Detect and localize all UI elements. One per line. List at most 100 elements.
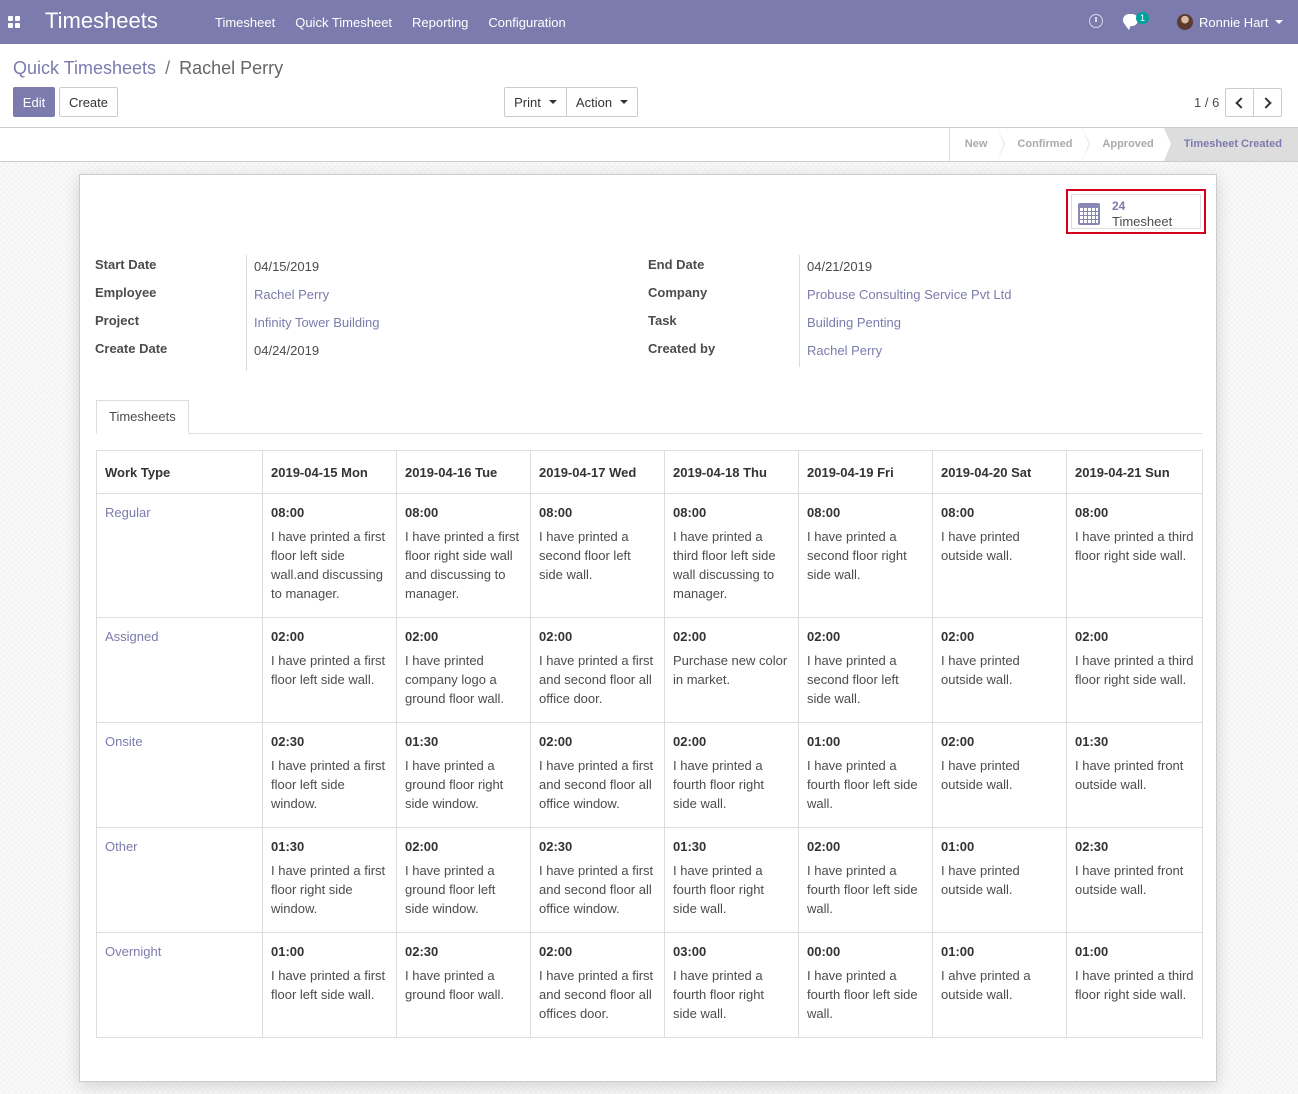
caret-down-icon xyxy=(620,100,629,104)
smart-button-count: 24 xyxy=(1112,199,1126,213)
timesheet-cell[interactable]: 01:30 I have printed front outside wall. xyxy=(1066,722,1203,828)
timesheet-cell[interactable]: 02:00 I have printed a first and second f… xyxy=(530,722,665,828)
cell-description: I have printed a first and second floor … xyxy=(539,758,654,811)
timesheet-smart-button[interactable]: 24 Timesheet xyxy=(1066,189,1206,234)
work-type-link[interactable]: Assigned xyxy=(96,617,263,723)
cell-description: I have printed a first floor left side w… xyxy=(271,758,386,811)
work-type-link[interactable]: Overnight xyxy=(96,932,263,1038)
timesheet-cell[interactable]: 01:30 I have printed a first floor right … xyxy=(262,827,397,933)
cell-hours: 01:00 xyxy=(271,944,305,959)
table-row: Assigned 02:00 I have printed a first floo… xyxy=(96,617,1203,723)
cell-hours: 02:00 xyxy=(405,839,439,854)
timesheet-cell[interactable]: 02:00 I have printed company logo a groun… xyxy=(396,617,531,723)
cell-hours: 02:00 xyxy=(807,839,841,854)
stage-new[interactable]: New xyxy=(950,128,1005,161)
timesheet-cell[interactable]: 02:30 I have printed a first floor left s… xyxy=(262,722,397,828)
timesheet-grid: Work Type 2019-04-15 Mon 2019-04-16 Tue … xyxy=(96,450,1203,1038)
cell-hours: 02:30 xyxy=(405,944,439,959)
user-menu[interactable]: Ronnie Hart xyxy=(1177,0,1298,44)
employee-link[interactable]: Rachel Perry xyxy=(254,287,329,302)
project-label: Project xyxy=(95,313,140,328)
cell-hours: 02:00 xyxy=(539,734,573,749)
timesheet-cell[interactable]: 08:00 I have printed a first floor left s… xyxy=(262,493,397,618)
timesheet-cell[interactable]: 08:00 I have printed a third floor right … xyxy=(1066,493,1203,618)
print-dropdown[interactable]: Print xyxy=(504,87,567,117)
timesheet-cell[interactable]: 02:00 I have printed a first floor left s… xyxy=(262,617,397,723)
smart-button-inner: 24 Timesheet xyxy=(1071,194,1201,229)
timesheet-cell[interactable]: 02:00 I have printed outside wall. xyxy=(932,617,1067,723)
timesheet-cell[interactable]: 02:00 I have printed a third floor right … xyxy=(1066,617,1203,723)
start-date-label: Start Date xyxy=(95,257,157,272)
timesheet-cell[interactable]: 08:00 I have printed a second floor left … xyxy=(530,493,665,618)
cell-description: I have printed front outside wall. xyxy=(1075,758,1184,792)
column-header: 2019-04-20 Sat xyxy=(932,450,1067,494)
cell-description: I have printed a third floor right side … xyxy=(1075,529,1194,563)
cell-description: I ahve printed a outside wall. xyxy=(941,968,1031,1002)
stage-approved[interactable]: Approved xyxy=(1082,128,1173,161)
timesheet-cell[interactable]: 02:00 I have printed a first and second f… xyxy=(530,932,665,1038)
timesheet-cell[interactable]: 02:30 I have printed a first and second f… xyxy=(530,827,665,933)
stage-confirmed[interactable]: Confirmed xyxy=(997,128,1091,161)
cell-hours: 01:30 xyxy=(405,734,439,749)
cell-hours: 08:00 xyxy=(271,505,305,520)
cell-description: I have printed a fourth floor right side… xyxy=(673,863,765,916)
menu-configuration[interactable]: Configuration xyxy=(488,15,565,30)
work-type-link[interactable]: Onsite xyxy=(96,722,263,828)
timesheet-cell[interactable]: 03:00 I have printed a fourth floor right… xyxy=(664,932,799,1038)
timesheet-cell[interactable]: 02:30 I have printed front outside wall. xyxy=(1066,827,1203,933)
cell-hours: 02:00 xyxy=(1075,629,1109,644)
work-type-link[interactable]: Regular xyxy=(96,493,263,618)
create-button[interactable]: Create xyxy=(59,87,118,117)
timesheet-cell[interactable]: 02:00 I have printed a fourth floor right… xyxy=(664,722,799,828)
action-label: Action xyxy=(575,94,613,110)
timesheet-cell[interactable]: 00:00 I have printed a fourth floor left … xyxy=(798,932,933,1038)
timesheet-cell[interactable]: 01:00 I ahve printed a outside wall. xyxy=(932,932,1067,1038)
cell-description: I have printed a first floor left side w… xyxy=(271,653,386,687)
end-date-label: End Date xyxy=(648,257,705,272)
cell-hours: 02:30 xyxy=(271,734,305,749)
timesheet-cell[interactable]: 01:30 I have printed a ground floor right… xyxy=(396,722,531,828)
edit-button[interactable]: Edit xyxy=(13,87,55,117)
timesheet-cell[interactable]: 02:00 Purchase new color in market. xyxy=(664,617,799,723)
created-by-link[interactable]: Rachel Perry xyxy=(807,343,882,358)
timesheet-cell[interactable]: 08:00 I have printed a second floor right… xyxy=(798,493,933,618)
clock-icon[interactable] xyxy=(1089,14,1103,28)
statusbar-row: New Confirmed Approved Timesheet Created xyxy=(0,128,1298,162)
timesheet-cell[interactable]: 02:30 I have printed a ground floor wall. xyxy=(396,932,531,1038)
cell-description: I have printed outside wall. xyxy=(941,529,1020,563)
timesheet-cell[interactable]: 02:00 I have printed a second floor left … xyxy=(798,617,933,723)
cell-description: I have printed a first floor right side … xyxy=(405,529,520,601)
stage-timesheet-created[interactable]: Timesheet Created xyxy=(1163,128,1298,161)
pager-previous-button[interactable] xyxy=(1225,88,1254,117)
work-type-link[interactable]: Other xyxy=(96,827,263,933)
menu-quick-timesheet[interactable]: Quick Timesheet xyxy=(295,15,392,30)
action-dropdown[interactable]: Action xyxy=(566,87,638,117)
created-by-label: Created by xyxy=(648,341,716,356)
timesheet-cell[interactable]: 02:00 I have printed a first and second f… xyxy=(530,617,665,723)
timesheet-cell[interactable]: 01:00 I have printed a third floor right … xyxy=(1066,932,1203,1038)
timesheet-cell[interactable]: 02:00 I have printed outside wall. xyxy=(932,722,1067,828)
menu-timesheet[interactable]: Timesheet xyxy=(215,15,275,30)
timesheet-cell[interactable]: 08:00 I have printed a third floor left s… xyxy=(664,493,799,618)
timesheet-cell[interactable]: 01:30 I have printed a fourth floor right… xyxy=(664,827,799,933)
pager-value[interactable]: 1 / 6 xyxy=(1194,95,1219,110)
menu-reporting[interactable]: Reporting xyxy=(412,15,468,30)
timesheet-cell[interactable]: 08:00 I have printed outside wall. xyxy=(932,493,1067,618)
timesheet-cell[interactable]: 01:00 I have printed a first floor left s… xyxy=(262,932,397,1038)
apps-menu-icon[interactable] xyxy=(8,16,20,28)
cell-description: I have printed a fourth floor right side… xyxy=(673,968,765,1021)
tab-timesheets[interactable]: Timesheets xyxy=(96,400,189,434)
timesheet-cell[interactable]: 02:00 I have printed a ground floor left … xyxy=(396,827,531,933)
timesheet-cell[interactable]: 01:00 I have printed outside wall. xyxy=(932,827,1067,933)
pager-next-button[interactable] xyxy=(1253,88,1282,117)
company-link[interactable]: Probuse Consulting Service Pvt Ltd xyxy=(807,287,1012,302)
user-name: Ronnie Hart xyxy=(1199,14,1269,30)
timesheet-cell[interactable]: 02:00 I have printed a fourth floor left … xyxy=(798,827,933,933)
project-link[interactable]: Infinity Tower Building xyxy=(254,315,380,330)
task-link[interactable]: Building Penting xyxy=(807,315,901,330)
column-header: 2019-04-19 Fri xyxy=(798,450,933,494)
timesheet-cell[interactable]: 08:00 I have printed a first floor right … xyxy=(396,493,531,618)
breadcrumb-parent[interactable]: Quick Timesheets xyxy=(13,58,156,78)
chevron-right-icon xyxy=(1260,96,1272,109)
timesheet-cell[interactable]: 01:00 I have printed a fourth floor left … xyxy=(798,722,933,828)
